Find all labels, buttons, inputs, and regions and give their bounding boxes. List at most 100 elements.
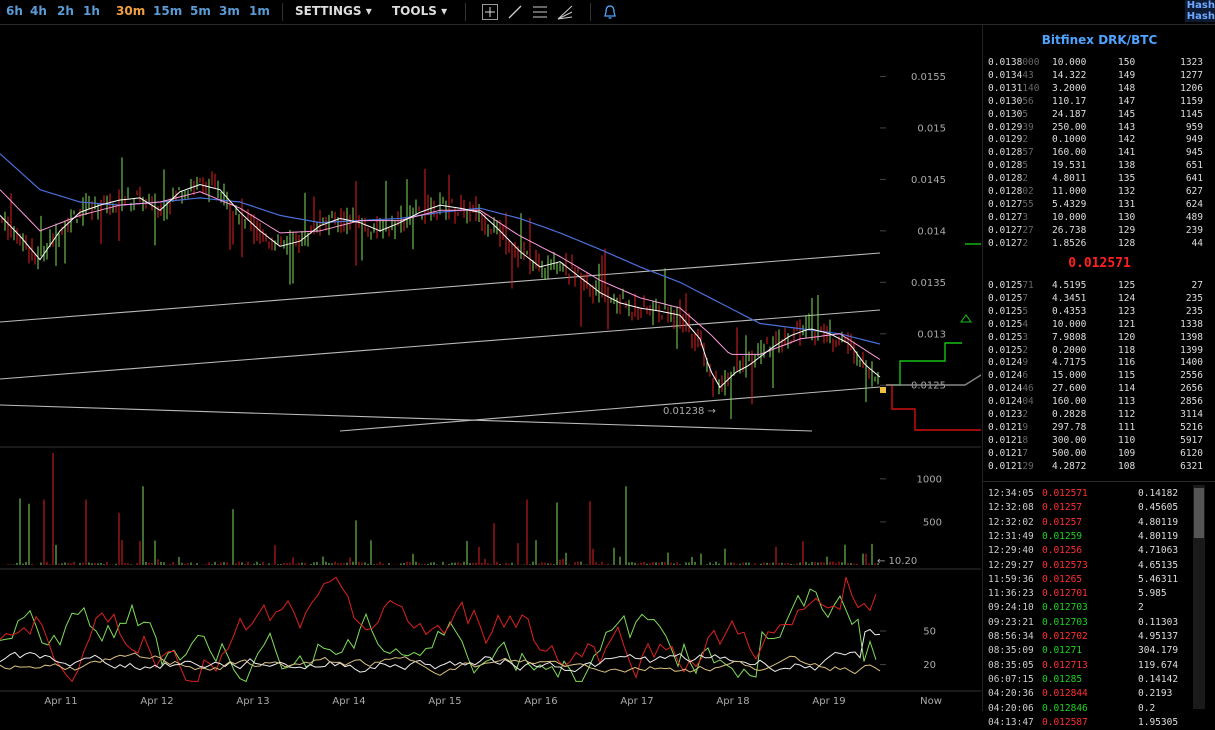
trade-price: 0.01257 <box>1042 502 1083 514</box>
trade-row: 08:35:09 0.01271 304.179 <box>983 644 1198 658</box>
bid-row[interactable]: 0.01218 300.00 110 5917 <box>983 434 1215 447</box>
ask-row[interactable]: 0.01292 0.1000 142 949 <box>983 133 1215 146</box>
bid-row[interactable]: 0.01217 500.00 109 6120 <box>983 447 1215 460</box>
settings-menu[interactable]: SETTINGS ▾ <box>295 4 372 18</box>
ask-row[interactable]: 0.012939 250.00 143 959 <box>983 121 1215 134</box>
ask-row[interactable]: 0.01272 1.8526 128 44 <box>983 237 1215 250</box>
timeframe-30m[interactable]: 30m <box>116 4 145 18</box>
chart-area[interactable]: 0.0155 0.015 0.0145 0.014 0.0135 0.013 0.0125 0… <box>0 25 981 711</box>
order-count: 135 <box>1118 173 1136 185</box>
depth-marker <box>960 314 972 323</box>
ask-row[interactable]: 0.0138000 10.000 150 1323 <box>983 56 1215 69</box>
x-tick-label: Apr 11 <box>44 696 77 707</box>
ask-row[interactable]: 0.012727 26.738 129 239 <box>983 224 1215 237</box>
toolbar: 6h 4h 2h 1h 30m 15m 5m 3m 1m SETTINGS ▾ … <box>0 0 1215 25</box>
trade-row: 09:24:10 0.012703 2 <box>983 601 1198 615</box>
bid-row[interactable]: 0.01254 10.000 121 1338 <box>983 318 1215 331</box>
ask-row[interactable]: 0.013443 14.322 149 1277 <box>983 69 1215 82</box>
order-price: 0.01272 <box>988 237 1029 249</box>
trade-volume: 4.80119 <box>1138 530 1179 542</box>
bid-row[interactable]: 0.012129 4.2872 108 6321 <box>983 460 1215 473</box>
timeframe-15m[interactable]: 15m <box>153 4 182 18</box>
hash-link[interactable]: Hash Hash <box>1185 0 1215 22</box>
divider <box>983 481 1215 482</box>
timeframe-1h[interactable]: 1h <box>83 4 100 18</box>
ask-row[interactable]: 0.012755 5.4329 131 624 <box>983 198 1215 211</box>
horizontal-lines-icon[interactable] <box>531 3 549 21</box>
bid-row[interactable]: 0.01252 0.2000 118 1399 <box>983 344 1215 357</box>
order-amount: 0.2828 <box>1052 409 1087 420</box>
order-price: 0.012404 <box>988 396 1034 408</box>
bid-row[interactable]: 0.01253 7.9808 120 1398 <box>983 331 1215 344</box>
order-price: 0.01255 <box>988 305 1029 317</box>
trade-price: 0.012701 <box>1042 588 1088 600</box>
trade-volume: 0.14182 <box>1138 488 1179 499</box>
order-count: 123 <box>1118 305 1136 317</box>
fan-lines-icon[interactable] <box>556 3 574 21</box>
order-amount: 4.8011 <box>1052 173 1087 185</box>
order-amount: 4.3451 <box>1052 292 1087 304</box>
ask-row[interactable]: 0.01273 10.000 130 489 <box>983 211 1215 224</box>
bid-row[interactable]: 0.01257 4.3451 124 235 <box>983 292 1215 305</box>
trade-row: 11:36:23 0.012701 5.985 <box>983 587 1198 601</box>
tools-menu[interactable]: TOOLS ▾ <box>392 4 447 18</box>
timeframe-5m[interactable]: 5m <box>190 4 211 18</box>
order-count: 110 <box>1118 434 1136 446</box>
ask-row[interactable]: 0.0131140 3.2000 148 1206 <box>983 82 1215 95</box>
order-amount: 14.322 <box>1052 69 1087 81</box>
trade-row: 04:13:47 0.012587 1.95305 <box>983 716 1198 730</box>
bid-row[interactable]: 0.01219 297.78 111 5216 <box>983 421 1215 434</box>
order-amount: 4.5195 <box>1052 280 1087 291</box>
order-total: 1338 <box>1180 318 1203 330</box>
bid-row[interactable]: 0.012446 27.600 114 2656 <box>983 382 1215 395</box>
order-count: 141 <box>1118 147 1136 159</box>
order-total: 44 <box>1191 237 1203 249</box>
bid-row[interactable]: 0.012571 4.5195 125 27 <box>983 279 1215 292</box>
timeframe-6h[interactable]: 6h <box>6 4 23 18</box>
bid-row[interactable]: 0.01255 0.4353 123 235 <box>983 305 1215 318</box>
trend-line-icon[interactable] <box>506 3 524 21</box>
ask-row[interactable]: 0.01282 4.8011 135 641 <box>983 172 1215 185</box>
order-count: 121 <box>1118 318 1136 330</box>
order-count: 150 <box>1118 57 1136 68</box>
order-total: 624 <box>1185 198 1203 210</box>
order-count: 120 <box>1118 331 1136 343</box>
order-price: 0.012755 <box>988 198 1034 210</box>
order-price: 0.012857 <box>988 147 1034 159</box>
bell-icon[interactable] <box>601 3 619 21</box>
order-price: 0.012129 <box>988 460 1034 472</box>
price-tick-label: 0.0135 <box>911 278 946 289</box>
ask-row[interactable]: 0.012802 11.000 132 627 <box>983 185 1215 198</box>
order-price: 0.012802 <box>988 186 1034 197</box>
timeframe-4h[interactable]: 4h <box>30 4 47 18</box>
timeframe-3m[interactable]: 3m <box>219 4 240 18</box>
right-panel: Bitfinex DRK/BTC 0.0138000 10.000 150 1323 0… <box>982 25 1215 728</box>
bid-row[interactable]: 0.012404 160.00 113 2856 <box>983 395 1215 408</box>
bid-row[interactable]: 0.01232 0.2828 112 3114 <box>983 408 1215 421</box>
crosshair-icon[interactable] <box>481 3 499 21</box>
order-amount: 500.00 <box>1052 447 1087 459</box>
ask-row[interactable]: 0.013056 110.17 147 1159 <box>983 95 1215 108</box>
x-tick-label: Apr 19 <box>812 696 845 707</box>
trade-volume: 4.80119 <box>1138 516 1179 528</box>
scroll-thumb[interactable] <box>1194 488 1204 538</box>
bid-row[interactable]: 0.01249 4.7175 116 1400 <box>983 356 1215 369</box>
trade-time: 08:56:34 <box>988 631 1034 642</box>
trade-history-scrollbar[interactable] <box>1193 485 1205 709</box>
ask-row[interactable]: 0.01305 24.187 145 1145 <box>983 108 1215 121</box>
order-amount: 110.17 <box>1052 95 1087 107</box>
ask-row[interactable]: 0.01285 19.531 138 651 <box>983 159 1215 172</box>
trade-volume: 0.11303 <box>1138 616 1179 628</box>
order-price: 0.013443 <box>988 69 1034 81</box>
ask-row[interactable]: 0.012857 160.00 141 945 <box>983 146 1215 159</box>
trade-price: 0.012703 <box>1042 616 1088 628</box>
trade-price: 0.012713 <box>1042 659 1088 671</box>
timeframe-2h[interactable]: 2h <box>57 4 74 18</box>
price-chart[interactable]: 0.0155 0.015 0.0145 0.014 0.0135 0.013 0.0125 0… <box>0 25 981 711</box>
tools-label: TOOLS <box>392 4 437 18</box>
bid-row[interactable]: 0.01246 15.000 115 2556 <box>983 369 1215 382</box>
timeframe-1m[interactable]: 1m <box>249 4 270 18</box>
trade-price: 0.01271 <box>1042 645 1083 657</box>
trade-row: 06:07:15 0.01285 0.14142 <box>983 673 1198 687</box>
trade-row: 12:32:02 0.01257 4.80119 <box>983 516 1198 530</box>
